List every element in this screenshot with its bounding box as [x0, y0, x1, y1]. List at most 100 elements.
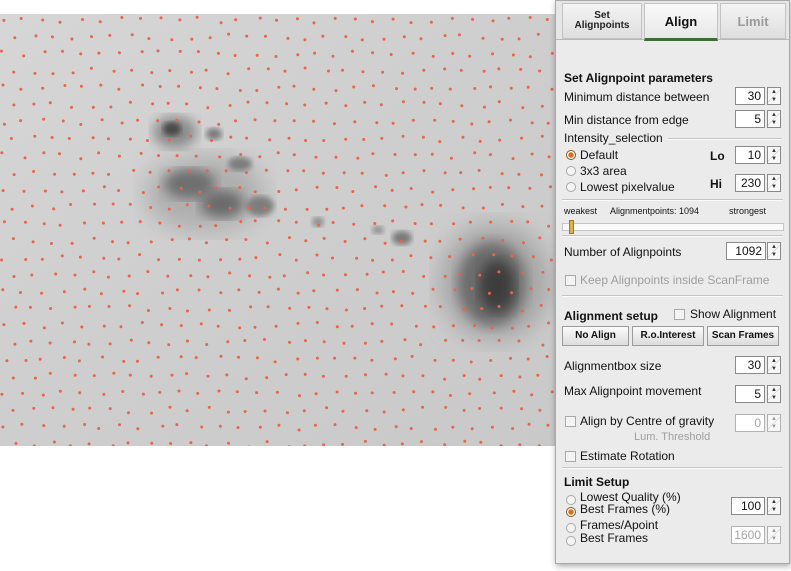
alignpoint-dot [244, 377, 248, 381]
number-alignpoints-spinner-icon[interactable]: ▲ ▼ [767, 242, 781, 260]
alignpoint-dot [379, 103, 383, 107]
box-size-spinner-icon[interactable]: ▲ ▼ [767, 356, 781, 374]
min-distance-spinner-icon[interactable]: ▲ ▼ [767, 87, 781, 105]
hi-input[interactable]: 230 [735, 174, 765, 192]
alignpoint-dot [189, 441, 193, 445]
alignpoint-dot [363, 100, 367, 104]
alignpoint-dot [87, 442, 91, 446]
estimate-rotation-checkbox[interactable] [565, 451, 576, 462]
alignpoint-dot [158, 85, 162, 88]
alignpoint-dot [118, 423, 121, 427]
alignpoint-dot [19, 87, 23, 91]
lo-spinner-icon[interactable]: ▲ ▼ [767, 146, 781, 164]
min-distance-input[interactable]: 30 [735, 87, 765, 105]
alignpoint-strength-slider[interactable] [562, 220, 784, 234]
alignpoint-dot [2, 323, 6, 327]
alignpoint-dot [186, 169, 190, 173]
no-align-button[interactable]: No Align [562, 326, 629, 346]
alignpoint-dot [2, 122, 6, 126]
slider-thumb[interactable] [569, 220, 575, 234]
alignpoint-dot [178, 49, 182, 53]
alignpoint-dot [253, 219, 257, 223]
alignpoint-dot [198, 190, 202, 194]
alignpoint-dot [228, 206, 232, 210]
lum-threshold-label: Lum. Threshold [634, 431, 711, 443]
alignpoint-dot [431, 390, 435, 394]
alignpoint-dot [71, 71, 75, 75]
slider-weakest-label: weakest [564, 206, 598, 216]
box-size-input[interactable]: 30 [735, 356, 765, 374]
radio-default[interactable] [566, 150, 576, 160]
alignpoint-dot [331, 221, 335, 224]
alignpoint-dot [333, 356, 337, 360]
radio-best-frames[interactable] [566, 536, 576, 546]
min-edge-spinner-icon[interactable]: ▲ ▼ [767, 110, 781, 128]
alignpoint-dot [219, 21, 223, 25]
tab-limit[interactable]: Limit [720, 3, 786, 39]
alignpoint-dot [102, 185, 106, 189]
alignpoint-dot [469, 360, 473, 364]
alignpoint-dot [128, 202, 132, 206]
best-frames-pct-spinner-icon[interactable]: ▲ ▼ [767, 497, 781, 515]
radio-frames-apoint[interactable] [566, 523, 576, 533]
alignpoint-dot [451, 119, 455, 123]
hi-spinner-icon[interactable]: ▲ ▼ [767, 174, 781, 192]
alignpoint-dot [253, 190, 257, 194]
alignpoint-dot [288, 306, 292, 310]
solar-image-view[interactable] [0, 14, 558, 446]
alignpoint-dot [478, 407, 482, 410]
alignpoint-dot [141, 191, 145, 195]
centre-of-gravity-spinner-icon[interactable]: ▲ ▼ [767, 414, 781, 432]
keep-inside-checkbox[interactable] [565, 275, 576, 286]
alignpoint-dot [549, 258, 553, 262]
alignpoint-dot [490, 326, 494, 330]
alignpoint-dot [198, 86, 202, 90]
alignpoint-dot [331, 256, 334, 260]
alignpoint-dot [391, 290, 395, 294]
alignpoint-dot [91, 171, 95, 175]
alignpoint-dot [237, 355, 240, 359]
lo-input[interactable]: 10 [735, 146, 765, 164]
min-edge-input[interactable]: 5 [735, 110, 765, 128]
alignpoint-dot [265, 376, 269, 380]
alignpoint-dot [266, 305, 270, 309]
alignpoint-dot [443, 171, 447, 175]
radio-best-frames-pct[interactable] [566, 507, 576, 517]
alignpoint-params-heading: Set Alignpoint parameters [564, 71, 713, 85]
alignpoint-dot [0, 151, 4, 155]
tab-align[interactable]: Align [644, 3, 718, 41]
show-alignment-checkbox[interactable] [674, 309, 685, 320]
alignpoint-dot [257, 290, 261, 294]
radio-lowest-quality[interactable] [566, 495, 576, 505]
alignpoint-dot [141, 392, 145, 396]
scan-frames-button[interactable]: Scan Frames [707, 326, 779, 346]
alignpoint-dot [207, 204, 211, 208]
centre-of-gravity-checkbox[interactable] [565, 416, 576, 427]
alignpoint-dot [497, 67, 501, 71]
alignpoint-dot [141, 83, 145, 87]
alignpoint-dot [79, 123, 83, 126]
alignpoint-dot [50, 35, 54, 39]
alignpoint-dot [62, 424, 66, 428]
alignpoint-dot [360, 38, 364, 42]
radio-lowest[interactable] [566, 182, 576, 192]
max-movement-spinner-icon[interactable]: ▲ ▼ [767, 385, 781, 403]
alignpoint-dot [483, 105, 486, 109]
alignpoint-dot [373, 222, 377, 225]
radio-3x3[interactable] [566, 166, 576, 176]
alignpoint-dot [507, 186, 511, 190]
max-movement-input[interactable]: 5 [735, 385, 765, 403]
alignpoint-dot [177, 224, 181, 228]
tab-set-alignpoints[interactable]: Set Alignpoints [562, 3, 642, 39]
best-frames-input[interactable]: 1600 [731, 526, 765, 544]
best-frames-spinner-icon[interactable]: ▲ ▼ [767, 526, 781, 544]
alignpoint-dot [540, 204, 544, 208]
roi-button[interactable]: R.o.Interest [632, 326, 704, 346]
centre-of-gravity-input[interactable]: 0 [735, 414, 765, 432]
alignpoint-dot [401, 408, 405, 412]
alignpoint-dot [51, 406, 55, 410]
best-frames-pct-input[interactable]: 100 [731, 497, 765, 515]
number-alignpoints-input[interactable]: 1092 [726, 242, 766, 260]
alignpoint-dot [530, 121, 534, 125]
alignpoint-dot [411, 118, 415, 122]
